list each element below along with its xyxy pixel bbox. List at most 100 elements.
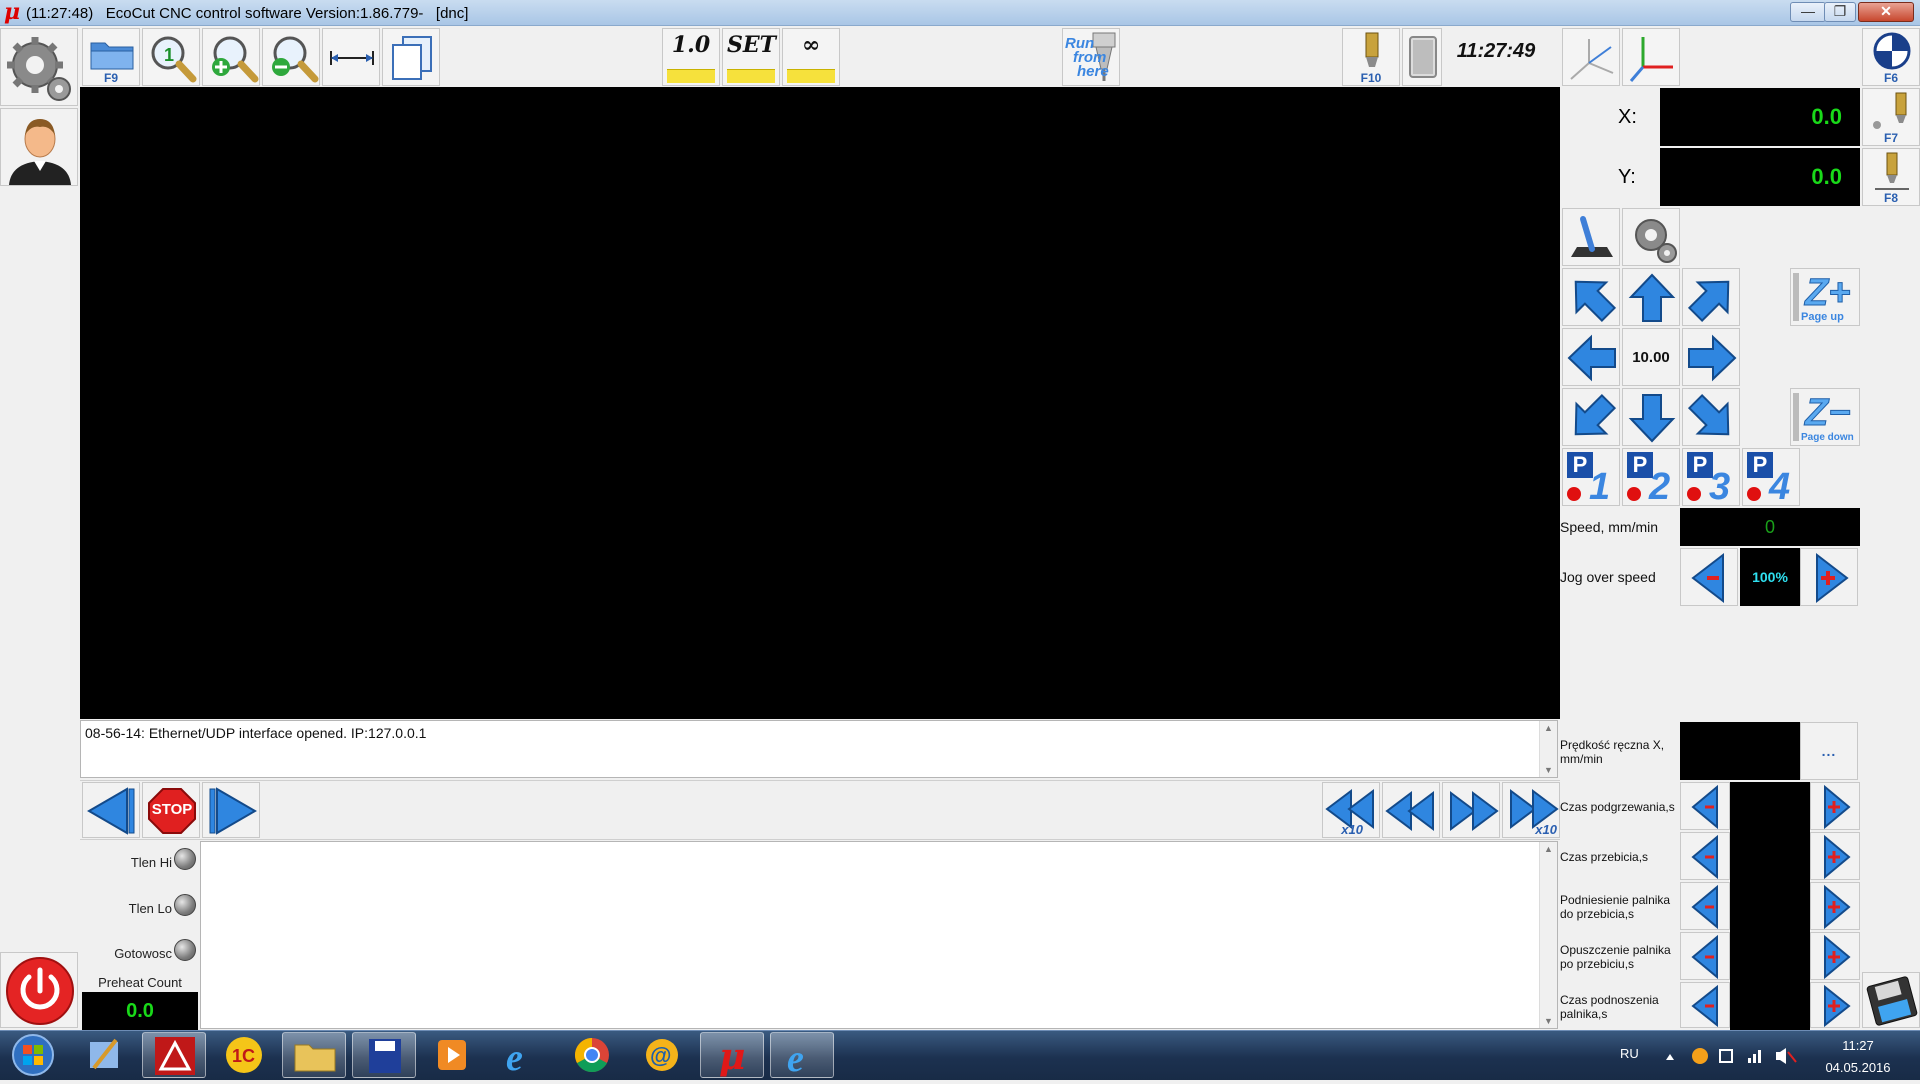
rewind-button[interactable] [1382, 782, 1440, 838]
jog-settings-tab[interactable] [1622, 208, 1680, 266]
jog-left-button[interactable] [1562, 328, 1620, 386]
system-clock-date[interactable]: 04.05.2016 [1810, 1060, 1906, 1075]
taskbar-app-mail[interactable]: @ [630, 1032, 694, 1078]
taskbar-app-ie[interactable]: e [490, 1032, 554, 1079]
tray-icons [1666, 1048, 1797, 1064]
run-from-here-button[interactable]: Run from here [1062, 28, 1120, 86]
preset-p1-button[interactable]: P 1 [1562, 448, 1620, 507]
system-clock-time[interactable]: 11:27 [1818, 1038, 1898, 1053]
power-button[interactable] [0, 952, 78, 1028]
taskbar-app-ie2[interactable]: e [770, 1032, 834, 1080]
close-button[interactable]: ✕ [1858, 2, 1914, 22]
z-minus-button[interactable]: Z− Page down [1790, 388, 1860, 446]
stop-button[interactable]: STOP [142, 782, 200, 838]
zoom-in-button[interactable] [202, 28, 260, 86]
override-increase-button[interactable] [1800, 548, 1858, 606]
torch-raise-increase-button[interactable] [1810, 882, 1860, 930]
preheat-time-decrease-button[interactable] [1680, 782, 1730, 830]
jog-mode-tab[interactable] [1562, 208, 1620, 266]
torch-lift-time-decrease-button[interactable] [1680, 982, 1730, 1028]
gear-icon [1635, 219, 1677, 263]
toggle-switch-button[interactable] [1402, 28, 1442, 86]
torch-button[interactable]: F10 [1342, 28, 1400, 86]
jog-up-left-button[interactable] [1562, 268, 1620, 326]
arrow-right-icon [1688, 334, 1737, 382]
maximize-button[interactable]: ❐ [1824, 2, 1856, 22]
preset-p4-button[interactable]: P 4 [1742, 448, 1800, 508]
start-button[interactable] [202, 782, 260, 838]
torch-lower-increase-button[interactable] [1810, 932, 1860, 980]
minimize-button[interactable]: — [1790, 2, 1826, 22]
zero-button-f6[interactable]: F6 [1862, 28, 1920, 86]
axis-view-3d-button[interactable] [1562, 28, 1620, 86]
torch-probe-button-f8[interactable]: F8 [1862, 148, 1920, 206]
taskbar-app-save[interactable] [352, 1032, 416, 1078]
ecocut-icon: μ [719, 1036, 745, 1078]
measure-button[interactable] [322, 28, 380, 86]
scale-set-button[interactable]: SET [722, 28, 780, 86]
preset-p2-button[interactable]: P 2 [1622, 448, 1680, 507]
preheat-count-label: Preheat Count [98, 975, 182, 990]
message-console[interactable]: 08-56-14: Ethernet/UDP interface opened.… [80, 720, 1558, 778]
user-icon [9, 119, 71, 185]
toolpath-viewport[interactable] [80, 87, 1560, 719]
manual-speed-more-button[interactable]: ... [1800, 722, 1858, 780]
pierce-time-decrease-button[interactable] [1680, 832, 1730, 880]
zoom-out-button[interactable] [262, 28, 320, 86]
language-indicator[interactable]: RU [1620, 1046, 1639, 1061]
save-params-button[interactable] [1862, 972, 1920, 1028]
taskbar-app-ecocut[interactable]: μ [700, 1032, 764, 1078]
z-plus-button[interactable]: Z+ Page up [1790, 268, 1860, 326]
settings-button[interactable] [0, 28, 78, 106]
preheat-count-display: 0.0 [82, 992, 198, 1030]
console-message: 08-56-14: Ethernet/UDP interface opened.… [85, 725, 427, 741]
taskbar-app-1c[interactable]: 1С [212, 1032, 276, 1078]
step-back-button[interactable] [82, 782, 140, 838]
taskbar-app-autocad[interactable] [142, 1032, 206, 1078]
arrow-right-plus-icon [1824, 984, 1851, 1028]
jog-step-value[interactable]: 10.00 [1622, 328, 1680, 386]
scroll-up-icon: ▲ [1544, 723, 1553, 733]
taskbar-app-chrome[interactable] [560, 1032, 624, 1078]
scale-1-button[interactable]: 1.0 [662, 28, 720, 86]
jog-down-left-button[interactable] [1562, 388, 1620, 446]
jog-down-button[interactable] [1622, 388, 1680, 446]
program-text-area[interactable]: ▲ ▼ [200, 841, 1558, 1029]
torch-lower-decrease-button[interactable] [1680, 932, 1730, 980]
jog-right-button[interactable] [1682, 328, 1740, 386]
pierce-time-increase-button[interactable] [1810, 832, 1860, 880]
torch-lift-time-increase-button[interactable] [1810, 982, 1860, 1028]
torch-raise-decrease-button[interactable] [1680, 882, 1730, 930]
open-file-button[interactable]: F9 [82, 28, 140, 86]
rewind-x10-button[interactable]: x10 [1322, 782, 1380, 838]
program-scrollbar[interactable]: ▲ ▼ [1539, 842, 1557, 1028]
jog-up-button[interactable] [1622, 268, 1680, 326]
triangle-left-icon [87, 787, 135, 835]
copy-view-button[interactable] [382, 28, 440, 86]
jog-down-right-button[interactable] [1682, 388, 1740, 446]
jog-up-right-button[interactable] [1682, 268, 1740, 326]
preheat-time-increase-button[interactable] [1810, 782, 1860, 830]
taskbar-app-explorer[interactable] [282, 1032, 346, 1078]
taskbar-app-media[interactable] [420, 1032, 484, 1078]
preset-status-dot [1687, 487, 1701, 501]
preset-p3-button[interactable]: P 3 [1682, 448, 1740, 507]
zoom-fit-button[interactable]: 1 [142, 28, 200, 86]
gotowosc-label: Gotowosc [114, 946, 172, 961]
taskbar-app-paint[interactable] [72, 1032, 136, 1078]
fast-forward-button[interactable] [1442, 782, 1500, 838]
user-button[interactable] [0, 108, 78, 186]
fast-forward-x10-button[interactable]: x10 [1502, 782, 1560, 838]
start-button[interactable] [8, 1032, 58, 1078]
scale-infinite-button[interactable]: ∞ [782, 28, 840, 86]
preset-number: 4 [1769, 466, 1791, 508]
arrow-left-minus-icon [1691, 552, 1724, 604]
axis-view-top-button[interactable] [1622, 28, 1680, 86]
torch-height-button-f7[interactable]: F7 [1862, 88, 1920, 146]
console-scrollbar[interactable]: ▲ ▼ [1539, 721, 1557, 777]
override-decrease-button[interactable] [1680, 548, 1738, 606]
arrow-down-right-icon [1687, 393, 1730, 436]
window-title: (11:27:48) EcoCut CNC control software V… [26, 5, 469, 22]
scroll-up-icon: ▲ [1544, 844, 1553, 854]
paint-icon [90, 1038, 118, 1070]
